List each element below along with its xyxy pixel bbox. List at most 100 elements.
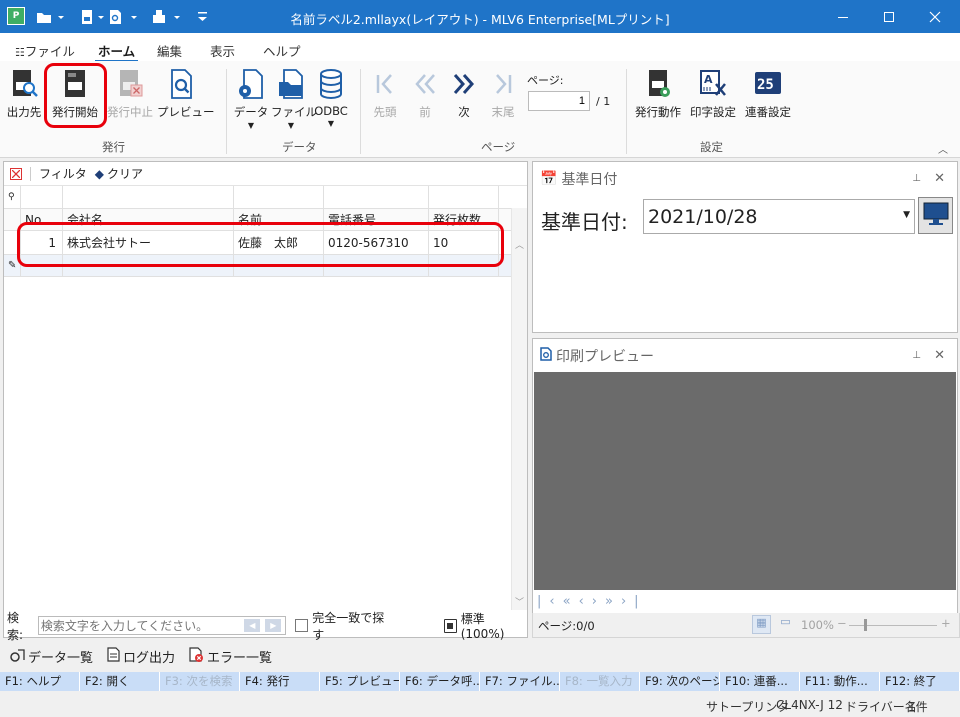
table-row[interactable]: 1 株式会社サトー 佐藤 太郎 0120-567310 10 bbox=[4, 231, 511, 255]
prev-page-button[interactable]: 前 bbox=[408, 68, 442, 124]
page-view-icon[interactable]: ▭ bbox=[777, 615, 794, 634]
filter-cell[interactable] bbox=[21, 186, 63, 208]
page-number-input[interactable] bbox=[528, 91, 590, 111]
clear-filter-button[interactable]: クリア bbox=[107, 165, 143, 182]
pin-icon[interactable]: ⊥ bbox=[912, 350, 921, 361]
new-cell[interactable] bbox=[63, 255, 234, 276]
column-header[interactable]: 発行枚数 bbox=[429, 209, 499, 230]
filter-row-icon: ⚲ bbox=[4, 186, 21, 208]
pin-icon[interactable]: ⊥ bbox=[912, 173, 921, 184]
chevron-left-icon[interactable]: ‹ bbox=[579, 594, 592, 609]
display-button[interactable] bbox=[918, 197, 953, 234]
fkey-f9[interactable]: F9: 次のページ bbox=[640, 672, 720, 691]
maximize-button[interactable] bbox=[866, 0, 912, 33]
fkey-f2[interactable]: F2: 開く bbox=[80, 672, 160, 691]
close-button[interactable] bbox=[912, 0, 958, 33]
scroll-up-icon[interactable]: ︿ bbox=[515, 238, 524, 251]
double-chevron-right-icon bbox=[448, 68, 480, 100]
grid-scrollbar[interactable]: ︿ ﹀ bbox=[511, 208, 527, 610]
data-list-button[interactable]: データ一覧 bbox=[28, 647, 93, 666]
fkey-f8[interactable]: F8: 一覧入力 bbox=[560, 672, 640, 691]
last-page-button[interactable]: 末尾 bbox=[486, 68, 520, 124]
fkey-f7[interactable]: F7: ファイル... bbox=[480, 672, 560, 691]
menu-edit[interactable]: 編集 bbox=[157, 41, 182, 60]
odbc-button[interactable]: ODBC ▼ bbox=[313, 68, 349, 128]
status-bar: サトープリンタ CL4NX-J 12 ドライバー名 1件 bbox=[0, 692, 960, 717]
issue-action-button[interactable]: 発行動作 bbox=[632, 68, 684, 124]
stop-issue-button[interactable]: 発行中止 bbox=[104, 68, 156, 124]
fkey-f1[interactable]: F1: ヘルプ bbox=[0, 672, 80, 691]
first-page-icon[interactable]: |‹ bbox=[537, 594, 563, 609]
error-list-button[interactable]: エラー一覧 bbox=[207, 647, 272, 666]
first-page-button[interactable]: 先頭 bbox=[368, 68, 402, 124]
next-page-button[interactable]: 次 bbox=[447, 68, 481, 124]
menu-home[interactable]: ホーム bbox=[94, 41, 139, 63]
grid-view-icon[interactable]: ▦ bbox=[752, 615, 771, 634]
output-destination-button[interactable]: 出力先 bbox=[4, 68, 44, 124]
search-prev-icon[interactable]: ◀ bbox=[244, 619, 261, 632]
fkey-f12[interactable]: F12: 終了 bbox=[880, 672, 960, 691]
double-chevron-right-icon[interactable]: » bbox=[605, 594, 621, 609]
cell-no[interactable]: 1 bbox=[21, 231, 63, 254]
serial-settings-button[interactable]: 25 連番設定 bbox=[742, 68, 794, 124]
log-output-button[interactable]: ログ出力 bbox=[123, 647, 175, 666]
row-header-corner bbox=[4, 209, 21, 230]
new-cell[interactable] bbox=[324, 255, 429, 276]
filter-cell[interactable] bbox=[63, 186, 234, 208]
column-header[interactable]: 名前 bbox=[234, 209, 324, 230]
cell-company[interactable]: 株式会社サトー bbox=[63, 231, 234, 254]
close-panel-icon[interactable]: ✕ bbox=[934, 348, 945, 363]
new-cell[interactable] bbox=[234, 255, 324, 276]
new-row[interactable]: ✎ bbox=[4, 255, 511, 277]
filter-cell[interactable] bbox=[324, 186, 429, 208]
chevron-right-icon[interactable]: › bbox=[592, 594, 605, 609]
zoom-out-icon[interactable]: − bbox=[837, 616, 847, 630]
column-header[interactable]: 電話番号 bbox=[324, 209, 429, 230]
minimize-button[interactable] bbox=[820, 0, 866, 33]
fkey-f3[interactable]: F3: 次を検索 bbox=[160, 672, 240, 691]
panel-header: 📅 基準日付 ⊥ ✕ bbox=[533, 162, 957, 195]
filter-cell[interactable] bbox=[234, 186, 324, 208]
collapse-ribbon-icon[interactable]: ︿ bbox=[938, 141, 948, 156]
fkey-f5[interactable]: F5: プレビュー bbox=[320, 672, 400, 691]
fkey-f6[interactable]: F6: データ呼... bbox=[400, 672, 480, 691]
menu-view[interactable]: 表示 bbox=[210, 41, 235, 60]
fkey-f10[interactable]: F10: 連番... bbox=[720, 672, 800, 691]
cell-count[interactable]: 10 bbox=[429, 231, 499, 254]
preview-button[interactable]: プレビュー bbox=[157, 68, 215, 124]
close-panel-icon[interactable]: ✕ bbox=[934, 171, 945, 186]
svg-text:25: 25 bbox=[757, 77, 774, 93]
new-cell[interactable] bbox=[21, 255, 63, 276]
chevron-down-icon: ▼ bbox=[247, 121, 255, 130]
cell-phone[interactable]: 0120-567310 bbox=[324, 231, 429, 254]
cell-name[interactable]: 佐藤 太郎 bbox=[234, 231, 324, 254]
fkey-f4[interactable]: F4: 発行 bbox=[240, 672, 320, 691]
base-date-picker[interactable]: 2021/10/28 ▼ bbox=[643, 199, 915, 234]
data-button[interactable]: データ ▼ bbox=[233, 68, 269, 130]
menu-file[interactable]: ☷ファイル bbox=[15, 41, 75, 60]
filter-label[interactable]: フィルタ bbox=[39, 165, 87, 182]
close-filter-icon[interactable] bbox=[10, 167, 22, 180]
preview-canvas[interactable] bbox=[534, 372, 956, 590]
column-header[interactable]: No. bbox=[21, 209, 63, 230]
menu-help[interactable]: ヘルプ bbox=[263, 41, 301, 60]
search-input[interactable] bbox=[40, 618, 241, 633]
search-next-icon[interactable]: ▶ bbox=[265, 619, 282, 632]
start-issue-button[interactable]: 発行開始 bbox=[49, 68, 101, 124]
column-header[interactable]: 会社名 bbox=[63, 209, 234, 230]
new-cell[interactable] bbox=[429, 255, 499, 276]
print-settings-button[interactable]: A 印字設定 bbox=[687, 68, 739, 124]
double-chevron-left-icon[interactable]: « bbox=[563, 594, 579, 609]
ribbon: 出力先 発行開始 発行中止 プレビュー 発行 データ ▼ ファイル ▼ ODBC… bbox=[0, 61, 960, 158]
scroll-down-icon[interactable]: ﹀ bbox=[515, 595, 524, 608]
file-button[interactable]: ファイル ▼ bbox=[271, 68, 317, 130]
last-page-icon[interactable]: ›| bbox=[621, 594, 647, 609]
fkey-f11[interactable]: F11: 動作... bbox=[800, 672, 880, 691]
chevron-down-icon[interactable]: ▼ bbox=[903, 210, 910, 220]
zoom-slider[interactable] bbox=[849, 625, 937, 626]
zoom-in-icon[interactable]: + bbox=[941, 616, 951, 630]
zoom-level[interactable]: 標準(100%) bbox=[461, 610, 528, 641]
zoom-slider-thumb[interactable] bbox=[864, 619, 867, 631]
exact-match-checkbox[interactable] bbox=[295, 619, 309, 632]
filter-cell[interactable] bbox=[429, 186, 499, 208]
